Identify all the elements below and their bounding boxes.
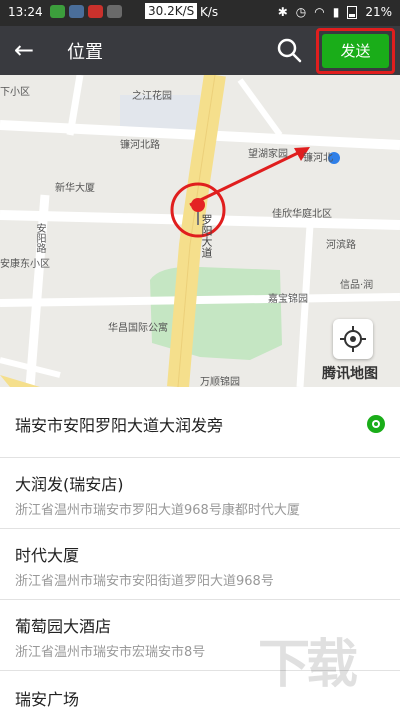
search-icon[interactable] xyxy=(275,36,303,64)
place-name: 大润发(瑞安店) xyxy=(15,475,124,494)
battery-icon xyxy=(347,5,358,19)
map-label: 之江花园 xyxy=(132,91,172,102)
map-label: 嘉宝锦园 xyxy=(268,294,308,305)
map-label: 安康东小区 xyxy=(0,259,50,270)
selected-check-icon xyxy=(367,415,385,433)
crosshair-icon xyxy=(340,326,366,352)
watermark: 下载吧 xyxy=(258,635,358,695)
back-arrow-icon[interactable]: ← xyxy=(14,36,34,64)
place-address: 浙江省温州市瑞安市安阳街道罗阳大道968号 xyxy=(15,574,274,589)
map-label: 信品·润 xyxy=(340,280,374,291)
place-name: 瑞安市安阳罗阳大道大润发旁 xyxy=(15,416,224,435)
map-label: 新华大厦 xyxy=(55,183,95,194)
place-address: 浙江省温州市瑞安市宏瑞安市8号 xyxy=(15,645,206,660)
send-button[interactable]: 发送 xyxy=(322,34,389,68)
alarm-icon: ◷ xyxy=(295,5,307,19)
video-icon xyxy=(88,5,103,18)
map-label: 镰河北 xyxy=(303,153,333,164)
place-address: 浙江省温州市瑞安市罗阳大道968号康都时代大厦 xyxy=(15,503,300,518)
page-title: 位置 xyxy=(67,42,103,63)
status-bar: 13:24 30.2K/S K/s ✱ ◷ ◠ ▮ 21% xyxy=(0,0,400,26)
network-unit: K/s xyxy=(200,5,219,19)
bluetooth-icon: ✱ xyxy=(277,5,288,19)
user-icon xyxy=(107,5,122,18)
map-label: 万顺锦园 xyxy=(200,377,240,387)
road-label: 罗阳大道 xyxy=(200,214,213,258)
place-name: 瑞安广场 xyxy=(15,690,80,709)
place-name: 葡萄园大酒店 xyxy=(15,617,112,636)
status-time: 13:24 xyxy=(8,5,43,19)
map-label: 安阳路 xyxy=(34,223,45,253)
map-label: 佳欣华庭北区 xyxy=(272,209,332,220)
wechat-icon xyxy=(50,5,65,18)
map-label: 镰河北路 xyxy=(120,140,160,151)
place-name: 时代大厦 xyxy=(15,546,80,565)
locate-button[interactable] xyxy=(333,319,373,359)
wifi-icon: ◠ xyxy=(314,5,325,19)
network-speed: 30.2K/S xyxy=(145,3,198,19)
place-item[interactable]: 大润发(瑞安店) 浙江省温州市瑞安市罗阳大道968号康都时代大厦 xyxy=(0,458,400,529)
send-button-highlight: 发送 xyxy=(316,28,395,74)
notification-icons xyxy=(50,5,122,18)
title-bar: ← 位置 发送 xyxy=(0,26,400,75)
signal-icon: ▮ xyxy=(332,5,340,19)
place-item[interactable]: 时代大厦 浙江省温州市瑞安市安阳街道罗阳大道968号 xyxy=(0,529,400,600)
map-label: 下小区 xyxy=(0,87,30,98)
battery-level: 21% xyxy=(365,5,392,19)
map-brand-logo: 腾讯地图 xyxy=(322,366,378,382)
place-item-selected[interactable]: 瑞安市安阳罗阳大道大润发旁 xyxy=(0,387,400,458)
map-label: 望湖家园 xyxy=(248,149,288,160)
map-view[interactable]: 下小区 之江花园 镰河北路 望湖家园 镰河北 新华大厦 佳欣华庭北区 河滨路 安… xyxy=(0,75,400,387)
message-icon xyxy=(69,5,84,18)
map-label: 河滨路 xyxy=(326,240,356,251)
map-label: 华昌国际公寓 xyxy=(108,323,168,334)
